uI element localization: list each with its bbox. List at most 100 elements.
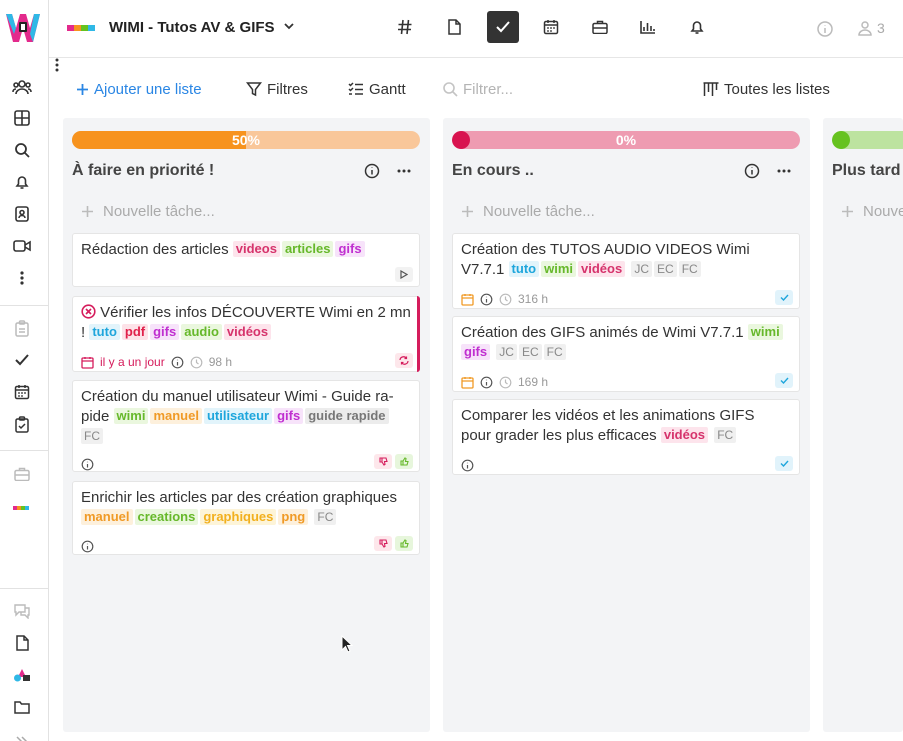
info-icon[interactable]	[480, 293, 493, 306]
task-tag[interactable]: wimi	[113, 408, 149, 424]
task-tag[interactable]: wimi	[541, 261, 576, 277]
task-tag[interactable]: tuto	[508, 261, 540, 277]
assignee-initials[interactable]: JC	[496, 344, 517, 360]
more-vertical-icon[interactable]	[12, 268, 32, 288]
tab-channels[interactable]	[389, 11, 421, 43]
new-task-input[interactable]: Nouvelle tâche...	[461, 203, 595, 220]
assignee-initials[interactable]: EC	[518, 344, 542, 360]
assignee-initials[interactable]: JC	[631, 261, 653, 277]
video-call-icon[interactable]	[12, 236, 32, 256]
chevron-down-icon[interactable]	[282, 19, 296, 33]
task-tag[interactable]: pdf	[121, 324, 149, 340]
workspace-title[interactable]: WIMI - Tutos AV & GIFS	[109, 19, 275, 36]
list-title[interactable]: À faire en priorité !	[72, 162, 214, 180]
task-card[interactable]: Création des TUTOS AUDIO VIDEOS Wimi V7.…	[452, 233, 800, 309]
checklist-doc-icon[interactable]	[12, 414, 32, 434]
complete-task-button[interactable]	[775, 456, 793, 471]
info-icon[interactable]	[81, 458, 94, 471]
apps-shapes-icon[interactable]	[12, 665, 32, 685]
list-more-icon[interactable]	[395, 163, 413, 179]
info-icon[interactable]	[364, 163, 380, 179]
dislike-button[interactable]	[374, 454, 392, 469]
task-tag[interactable]: gifs	[335, 241, 365, 257]
new-task-input[interactable]: Nouvelle tâche...	[841, 203, 903, 220]
assignee-initials[interactable]: FC	[714, 427, 737, 443]
info-icon[interactable]	[816, 20, 834, 38]
tab-statistics[interactable]	[632, 11, 664, 43]
wimi-logo-icon[interactable]	[4, 10, 42, 46]
task-tag[interactable]: graphiques	[200, 509, 277, 525]
search-icon[interactable]	[12, 140, 32, 160]
notifications-bell-icon[interactable]	[12, 172, 32, 192]
task-card[interactable]: Enrichir les articles par des création g…	[72, 481, 420, 555]
like-button[interactable]	[395, 454, 413, 469]
task-tag[interactable]: vidéos	[223, 324, 272, 340]
filter-search[interactable]	[442, 80, 663, 98]
tab-tasks[interactable]	[487, 11, 519, 43]
clipboard-icon[interactable]	[12, 318, 32, 338]
task-tag[interactable]: creations	[134, 509, 199, 525]
task-card[interactable]: Rédaction des articles videos articles gif…	[72, 233, 420, 287]
add-list-button[interactable]: Ajouter une liste	[76, 80, 202, 98]
member-count[interactable]: 3	[877, 20, 885, 36]
task-tag[interactable]: videos	[232, 241, 280, 257]
task-tag[interactable]: guide rapide	[305, 408, 389, 424]
profile-card-icon[interactable]	[12, 204, 32, 224]
tasks-check-icon[interactable]	[12, 350, 32, 370]
info-icon[interactable]	[744, 163, 760, 179]
chat-icon[interactable]	[12, 601, 32, 621]
task-tag[interactable]: tuto	[89, 324, 120, 340]
gantt-button[interactable]: Gantt	[348, 80, 406, 98]
task-tag[interactable]: gifs	[150, 324, 180, 340]
tab-projects[interactable]	[584, 11, 616, 43]
contacts-icon[interactable]	[12, 77, 32, 97]
briefcase-icon[interactable]	[12, 464, 32, 484]
like-button[interactable]	[395, 536, 413, 551]
document-icon[interactable]	[12, 633, 32, 653]
assignee-initials[interactable]: FC	[81, 428, 103, 444]
task-tag[interactable]: gifs	[461, 344, 491, 360]
filter-input[interactable]	[463, 80, 663, 98]
filters-button[interactable]: Filtres	[246, 80, 308, 98]
list-more-icon[interactable]	[775, 163, 793, 179]
list-title[interactable]: En cours ..	[452, 162, 534, 180]
info-icon[interactable]	[81, 540, 94, 553]
task-tag[interactable]: manuel	[81, 509, 133, 525]
task-tag[interactable]: png	[278, 509, 309, 525]
task-tag[interactable]: vidéos	[578, 261, 626, 277]
tab-calendar[interactable]	[535, 11, 567, 43]
list-title[interactable]: Plus tard	[832, 162, 900, 180]
dashboard-grid-icon[interactable]	[12, 108, 32, 128]
task-tag[interactable]: manuel	[150, 408, 202, 424]
assignee-initials[interactable]: EC	[654, 261, 677, 277]
dislike-button[interactable]	[374, 536, 392, 551]
task-card[interactable]: Création du manuel utilisateur Wimi - Gu…	[72, 380, 420, 472]
assignee-initials[interactable]: FC	[314, 509, 337, 525]
task-card[interactable]: Comparer les vidéos et les animations GI…	[452, 399, 800, 475]
info-icon[interactable]	[461, 459, 474, 472]
assignee-initials[interactable]: FC	[678, 261, 701, 277]
new-task-input[interactable]: Nouvelle tâche...	[81, 203, 215, 220]
assignee-initials[interactable]: FC	[543, 344, 566, 360]
info-icon[interactable]	[480, 376, 493, 389]
task-tag[interactable]: gifs	[274, 408, 304, 424]
workspace-wimi-icon[interactable]	[12, 498, 32, 518]
tab-documents[interactable]	[438, 11, 470, 43]
task-tag[interactable]: vidéos	[660, 427, 709, 443]
info-icon[interactable]	[171, 356, 184, 369]
complete-task-button[interactable]	[775, 373, 793, 388]
task-tag[interactable]: audio	[181, 324, 222, 340]
tab-notifications[interactable]	[681, 11, 713, 43]
task-tag[interactable]: articles	[281, 241, 334, 257]
complete-task-button[interactable]	[775, 290, 793, 305]
task-tag[interactable]: utilisateur	[203, 408, 273, 424]
toolbar-more-icon[interactable]	[49, 58, 65, 76]
all-lists-button[interactable]: Toutes les listes	[703, 80, 830, 98]
task-card[interactable]: Vérifier les infos DÉCOUVERTE Wimi en 2 …	[72, 296, 420, 372]
task-tag[interactable]: wimi	[747, 324, 783, 340]
folder-icon[interactable]	[12, 697, 32, 717]
task-card[interactable]: Création des GIFS animés de Wimi V7.7.1 …	[452, 316, 800, 392]
start-task-button[interactable]	[395, 267, 413, 282]
recurring-task-button[interactable]	[395, 353, 413, 368]
members-icon[interactable]	[857, 20, 873, 36]
